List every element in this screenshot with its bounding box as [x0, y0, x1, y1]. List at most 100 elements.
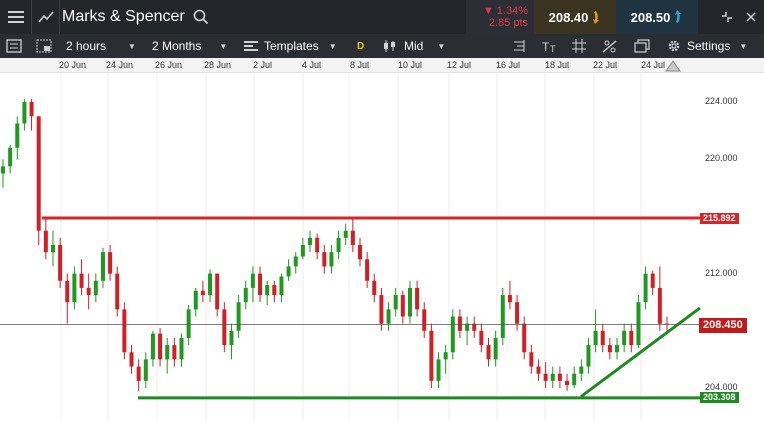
menu-icon[interactable] [0, 0, 32, 34]
candle-body [272, 285, 277, 296]
windows-icon[interactable] [634, 34, 650, 58]
candle-body [15, 123, 20, 148]
settings-button[interactable]: Settings ▼ [667, 34, 747, 58]
gear-icon [668, 40, 680, 52]
candle-body [129, 352, 134, 367]
y-tick-label: 212.000 [705, 268, 738, 278]
candle-body [50, 245, 55, 253]
candle-body [607, 345, 612, 353]
chevron-down-icon: ▼ [739, 41, 748, 51]
sell-price: 208.40 [548, 9, 589, 25]
candle-body [343, 230, 348, 238]
candle-body [379, 295, 384, 324]
candle-body [500, 295, 505, 338]
chevron-down-icon: ▼ [437, 41, 446, 51]
x-tick-label: 8 Jul [350, 60, 370, 70]
chart-toolbar: 2 hours ▼ 2 Months ▼ Templates ▼ D Mid ▼ TT … [0, 34, 764, 58]
sell-button[interactable]: 208.40 [534, 0, 616, 34]
down-arrow-icon [593, 11, 600, 24]
candle-body [536, 366, 541, 374]
chart-grid [60, 73, 642, 421]
x-tick-label: 20 Jun [59, 60, 87, 70]
collapse-icon[interactable] [716, 0, 738, 34]
chevron-down-icon: ▼ [128, 41, 136, 51]
candle-body [415, 287, 420, 310]
svg-text:T: T [542, 40, 550, 53]
candle-body [329, 252, 334, 267]
candle-body [200, 290, 205, 296]
last-price-label: 208.450 [699, 318, 747, 333]
x-tick-label: 22 Jul [593, 60, 618, 70]
candle-body [400, 295, 405, 317]
candle-body [643, 273, 648, 303]
candle-body [322, 252, 327, 267]
chart-type-icon[interactable] [32, 0, 60, 34]
text-tool-icon[interactable]: TT [542, 34, 560, 58]
chevron-down-icon: ▼ [328, 41, 337, 51]
candle-body [543, 373, 548, 381]
close-icon[interactable] [740, 0, 762, 34]
candle-body [36, 116, 41, 231]
interval-dropdown[interactable]: 2 hours ▼ [66, 34, 136, 58]
candle-body [522, 323, 527, 353]
candle-body [586, 345, 591, 367]
candle-body [29, 102, 34, 117]
candle-body [593, 330, 598, 346]
templates-dropdown[interactable]: Templates ▼ [244, 34, 337, 58]
candle-body [93, 280, 98, 296]
buy-button[interactable]: 208.50 [616, 0, 698, 34]
candle-body [293, 256, 298, 267]
draw-tools-icon[interactable] [602, 34, 618, 58]
candle-body [579, 366, 584, 374]
instrument-name[interactable]: Marks & Spencer [62, 0, 209, 34]
candle-body [43, 230, 48, 253]
candle-body [315, 237, 320, 253]
candle-body [229, 330, 234, 346]
x-tick-label: 12 Jul [447, 60, 472, 70]
resistance-label: 215.892 [700, 213, 739, 224]
grid-icon[interactable] [572, 34, 586, 58]
candle-body [407, 287, 412, 317]
candle-body [172, 345, 177, 360]
price-type-dropdown[interactable]: Mid ▼ [382, 34, 445, 58]
scroll-up-icon[interactable] [665, 60, 681, 72]
candle-body [507, 295, 512, 303]
candle-body [222, 309, 227, 346]
range-label: 2 Months [152, 39, 202, 53]
indicators-icon[interactable] [6, 34, 22, 58]
candle-body [300, 245, 305, 257]
support-label: 203.308 [700, 392, 739, 403]
top-bar: Marks & Spencer ▼ 1.34% 2.85 pts 208.40 … [0, 0, 764, 34]
d-badge-label: D [357, 40, 365, 52]
search-icon[interactable] [193, 9, 209, 25]
layout-icon[interactable] [36, 34, 52, 58]
d-badge[interactable]: D [357, 34, 364, 58]
align-icon[interactable] [512, 34, 526, 58]
svg-text:T: T [550, 44, 556, 53]
candle-body [479, 330, 484, 346]
candles [1, 99, 669, 391]
overlays [0, 216, 701, 400]
candle-body [165, 345, 170, 360]
x-tick-label: 2 Jul [253, 60, 273, 70]
candle-body [650, 273, 655, 288]
settings-label: Settings [687, 39, 731, 53]
price-change: ▼ 1.34% 2.85 pts [466, 0, 534, 34]
price-chart[interactable] [0, 73, 764, 421]
candle-body [1, 166, 5, 174]
candle-body [286, 266, 291, 277]
x-tick-label: 24 Jul [641, 60, 666, 70]
instrument-label: Marks & Spencer [62, 8, 185, 25]
y-tick-label: 224.000 [705, 96, 738, 106]
x-tick-label: 28 Jun [204, 60, 232, 70]
templates-label: Templates [264, 39, 319, 53]
candle-body [308, 237, 313, 245]
candle-body [243, 287, 248, 303]
candle-body [572, 373, 577, 386]
candle-body [208, 273, 213, 296]
price-type-label: Mid [404, 39, 424, 53]
range-dropdown[interactable]: 2 Months ▼ [152, 34, 227, 58]
chevron-down-icon: ▼ [219, 41, 228, 51]
candle-body [629, 330, 634, 346]
candle-body [79, 273, 84, 288]
